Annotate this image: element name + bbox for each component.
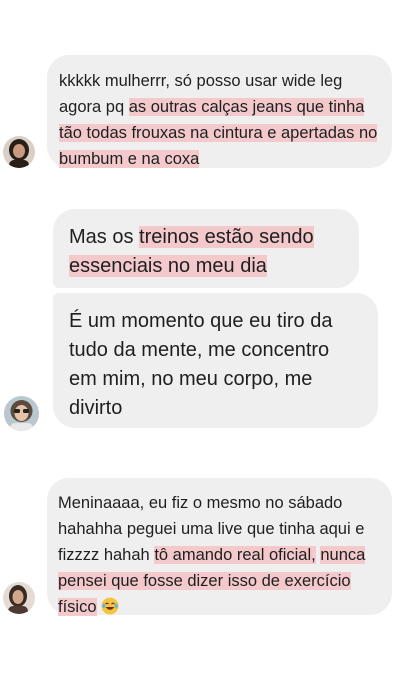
user-avatar-icon bbox=[3, 136, 35, 168]
message-bubble-1[interactable]: kkkkk mulherrr, só posso usar wide leg a… bbox=[47, 55, 392, 168]
avatar-2[interactable] bbox=[4, 396, 39, 431]
avatar-3[interactable] bbox=[3, 582, 35, 614]
chat-screen: kkkkk mulherrr, só posso usar wide leg a… bbox=[0, 0, 400, 700]
user-avatar-icon bbox=[4, 396, 39, 431]
user-avatar-icon bbox=[3, 582, 35, 614]
message-2b-text: É um momento que eu tiro da tudo da ment… bbox=[69, 310, 333, 419]
message-3-highlight-1: tô amando real oficial, bbox=[154, 546, 316, 564]
message-bubble-2a[interactable]: Mas os treinos estão sendo essenciais no… bbox=[53, 209, 359, 288]
laughing-tears-emoji-icon bbox=[101, 597, 119, 615]
message-bubble-3[interactable]: Meninaaaa, eu fiz o mesmo no sábado haha… bbox=[47, 478, 392, 616]
avatar-1[interactable] bbox=[3, 136, 35, 168]
message-bubble-2b[interactable]: É um momento que eu tiro da tudo da ment… bbox=[53, 293, 378, 428]
message-2a-text: Mas os bbox=[69, 226, 140, 248]
